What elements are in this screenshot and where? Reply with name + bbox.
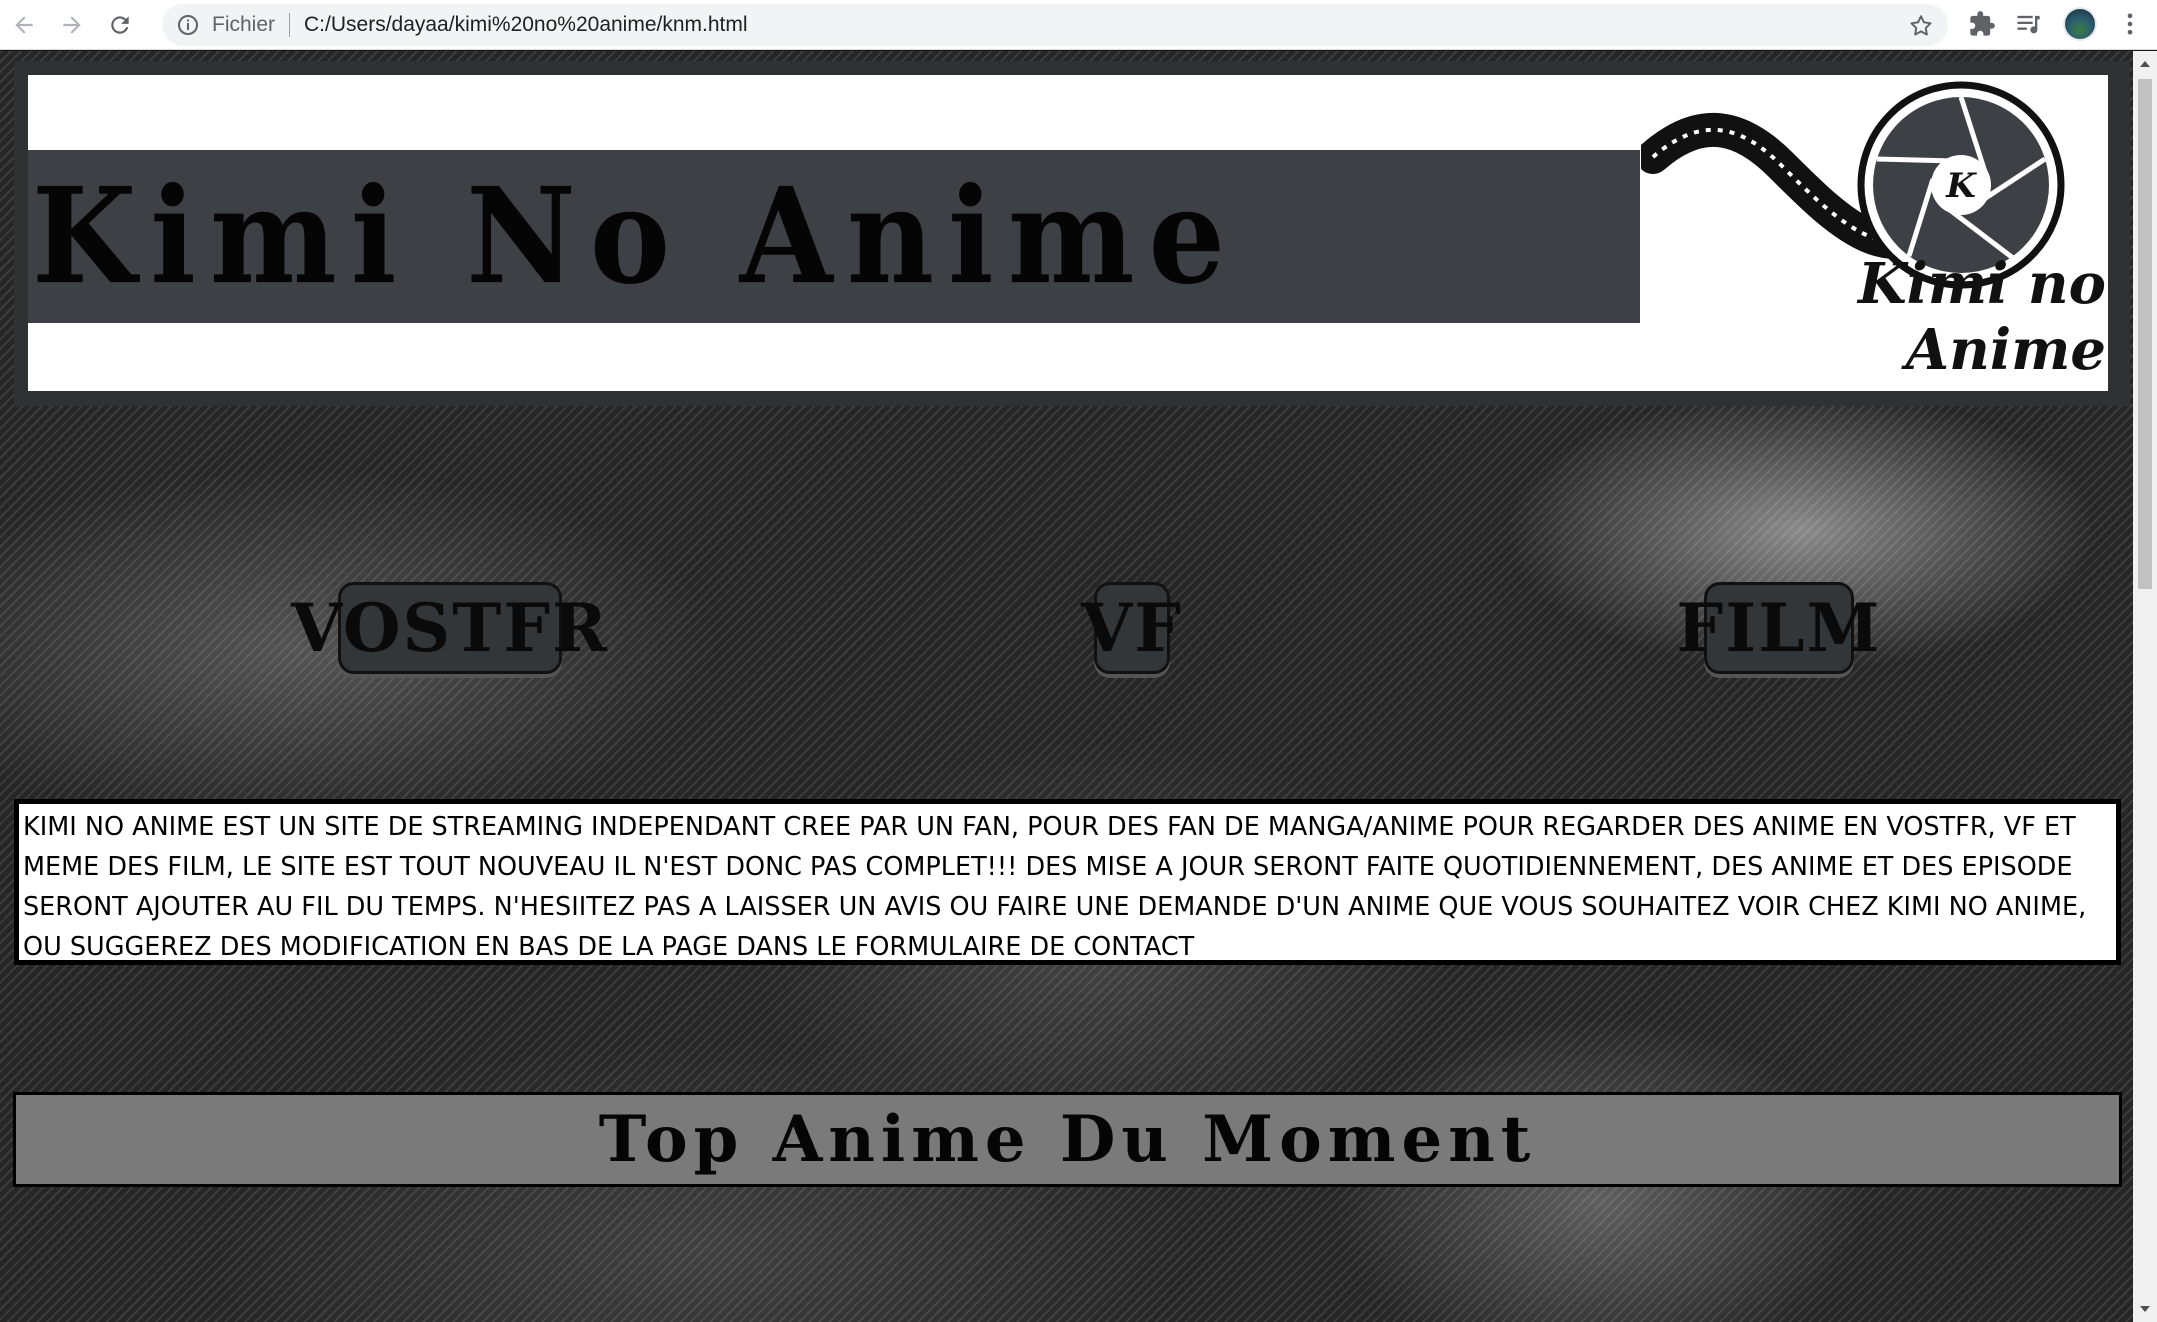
arrow-left-icon (15, 15, 33, 34)
logo-letter: K (1945, 166, 1977, 206)
logo-wordmark: Kimi no Anime (1857, 251, 2106, 383)
site-header: Kimi No Anime K Kimi no Anime (14, 61, 2130, 406)
forward-button[interactable] (48, 1, 96, 49)
browser-toolbar: Fichier C:/Users/dayaa/kimi%20no%20anime… (0, 0, 2157, 50)
top-anime-header: Top Anime Du Moment (13, 1092, 2122, 1187)
bookmark-star-icon[interactable] (1908, 13, 1934, 39)
header-panel: Kimi No Anime K Kimi no Anime (28, 75, 2108, 391)
scheme-label: Fichier (212, 13, 276, 36)
nav-film-button[interactable]: FILM (1676, 582, 1880, 674)
media-queue-icon[interactable] (2014, 10, 2042, 38)
info-icon[interactable] (176, 13, 200, 37)
kebab-menu-icon[interactable] (2116, 10, 2144, 38)
profile-avatar[interactable] (2063, 7, 2097, 41)
address-separator (289, 13, 291, 37)
arrow-right-icon (63, 15, 81, 34)
reload-icon (111, 15, 129, 34)
extensions-puzzle-icon[interactable] (1968, 10, 1996, 38)
scroll-thumb[interactable] (2138, 79, 2152, 589)
title-band: Kimi No Anime (28, 150, 1640, 323)
url-text[interactable]: C:/Users/dayaa/kimi%20no%20anime/knm.htm… (304, 13, 748, 37)
page-scrollbar[interactable] (2133, 51, 2157, 1322)
site-logo[interactable]: K Kimi no Anime (1636, 75, 2108, 391)
page-viewport: Kimi No Anime K Kimi no Anime VOSTFR VF … (0, 51, 2133, 1322)
nav-vostfr-button[interactable]: VOSTFR (291, 582, 607, 674)
site-description: Kimi no anime est un site de streaming i… (14, 799, 2121, 965)
scroll-up-arrow-icon[interactable] (2138, 57, 2152, 71)
site-title: Kimi No Anime (32, 158, 1239, 315)
address-bar[interactable]: Fichier C:/Users/dayaa/kimi%20no%20anime… (162, 4, 1948, 46)
nav-vf-button[interactable]: VF (1081, 582, 1181, 674)
reload-button[interactable] (96, 1, 144, 49)
scroll-down-arrow-icon[interactable] (2138, 1302, 2152, 1316)
back-button[interactable] (0, 1, 48, 49)
top-anime-title: Top Anime Du Moment (598, 1102, 1537, 1177)
